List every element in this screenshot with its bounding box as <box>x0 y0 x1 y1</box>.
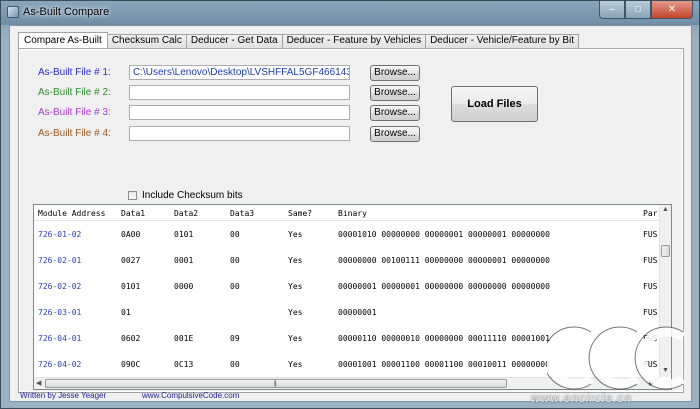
include-checksum-checkbox[interactable] <box>128 191 137 200</box>
file-4-label: As-Built File # 4: <box>38 128 111 139</box>
file-2-label: As-Built File # 2: <box>38 87 111 98</box>
file-1-label: As-Built File # 1: <box>38 67 111 78</box>
col-header-data1[interactable]: Data1 <box>121 209 145 218</box>
horizontal-scroll-thumb[interactable]: ||| <box>45 379 507 388</box>
watermark-url: www.encircle.cn <box>531 391 633 405</box>
col-header-module-address[interactable]: Module Address <box>38 209 105 218</box>
browse-file-3-button[interactable]: Browse... <box>370 105 420 121</box>
file-4-field[interactable] <box>129 126 350 141</box>
window-controls: – □ ✕ <box>599 1 693 19</box>
include-checksum-label: Include Checksum bits <box>142 190 243 201</box>
table-row[interactable]: 726-01-02 0A00 0101 00 Yes 00001010 0000… <box>34 221 671 247</box>
browse-file-1-button[interactable]: Browse... <box>370 65 420 81</box>
website-link[interactable]: www.CompulsiveCode.com <box>142 391 239 400</box>
cell-same: Yes <box>288 360 303 369</box>
cell-data2: 0101 <box>174 230 194 239</box>
cell-module-address: 726-04-02 <box>38 360 82 369</box>
close-button[interactable]: ✕ <box>651 1 693 19</box>
cell-data3: 09 <box>230 334 240 343</box>
cell-data3: 00 <box>230 256 240 265</box>
cell-module-address: 726-01-02 <box>38 230 82 239</box>
tab-deducer-feature-by-vehicles[interactable]: Deducer - Feature by Vehicles <box>281 34 427 48</box>
cell-data2: 0000 <box>174 282 194 291</box>
browse-file-4-button[interactable]: Browse... <box>370 126 420 142</box>
cell-data1: 01 <box>121 308 131 317</box>
cell-binary: 00000001 00000001 00000000 00000000 0000… <box>338 282 550 291</box>
cell-data1: 0A00 <box>121 230 141 239</box>
col-header-data3[interactable]: Data3 <box>230 209 254 218</box>
cell-module-address: 726-03-01 <box>38 308 82 317</box>
cell-module-address: 726-04-01 <box>38 334 82 343</box>
cell-same: Yes <box>288 256 303 265</box>
cell-same: Yes <box>288 308 303 317</box>
tab-strip: Compare As-Built Checksum Calc Deducer -… <box>18 32 580 48</box>
file-3-label: As-Built File # 3: <box>38 107 111 118</box>
maximize-button[interactable]: □ <box>625 1 651 19</box>
app-icon <box>7 6 19 18</box>
tab-deducer-vehicle-feature-by-bit[interactable]: Deducer - Vehicle/Feature by Bit <box>425 34 580 48</box>
table-row[interactable]: 726-02-02 0101 0000 00 Yes 00000001 0000… <box>34 273 671 299</box>
col-header-same[interactable]: Same? <box>288 209 312 218</box>
table-row[interactable]: 726-02-01 0027 0001 00 Yes 00000000 0010… <box>34 247 671 273</box>
cell-module-address: 726-02-02 <box>38 282 82 291</box>
cell-module-address: 726-02-01 <box>38 256 82 265</box>
file-1-field[interactable]: C:\Users\Lenovo\Desktop\LVSHFFAL5GF46614… <box>129 65 350 80</box>
cell-same: Yes <box>288 230 303 239</box>
browse-file-2-button[interactable]: Browse... <box>370 85 420 101</box>
cell-same: Yes <box>288 334 303 343</box>
scroll-up-icon[interactable]: ▲ <box>662 206 669 213</box>
author-credit: Written by Jesse Yeager <box>20 391 107 400</box>
cell-data2: 0001 <box>174 256 194 265</box>
include-checksum-option[interactable]: Include Checksum bits <box>128 190 243 201</box>
tab-deducer-get-data[interactable]: Deducer - Get Data <box>185 34 283 48</box>
cell-binary: 00001001 00001100 00001100 00010011 0000… <box>338 360 550 369</box>
grid-header: Module Address Data1 Data2 Data3 Same? B… <box>34 205 671 221</box>
window-title: As-Built Compare <box>23 6 110 18</box>
cell-data1: 0027 <box>121 256 141 265</box>
cell-data2: 0C13 <box>174 360 194 369</box>
tab-checksum-calc[interactable]: Checksum Calc <box>106 34 187 48</box>
col-header-data2[interactable]: Data2 <box>174 209 198 218</box>
cell-data1: 090C <box>121 360 141 369</box>
cell-data3: 00 <box>230 230 240 239</box>
cell-data1: 0602 <box>121 334 141 343</box>
watermark-logo <box>547 326 686 390</box>
cell-data1: 0101 <box>121 282 141 291</box>
cell-binary: 00001010 00000000 00000001 00000001 0000… <box>338 230 550 239</box>
scroll-left-icon[interactable]: ◀ <box>36 379 41 387</box>
load-files-button[interactable]: Load Files <box>451 86 538 122</box>
cell-binary: 00000000 00100111 00000000 00000001 0000… <box>338 256 550 265</box>
cell-data3: 00 <box>230 282 240 291</box>
vertical-scroll-thumb[interactable] <box>661 245 670 257</box>
col-header-binary[interactable]: Binary <box>338 209 367 218</box>
minimize-button[interactable]: – <box>599 1 625 19</box>
cell-data3: 00 <box>230 360 240 369</box>
app-window: As-Built Compare – □ ✕ Compare As-Built … <box>0 0 700 409</box>
file-2-field[interactable] <box>129 85 350 100</box>
grip-icon: ||| <box>274 381 277 387</box>
cell-same: Yes <box>288 282 303 291</box>
file-3-field[interactable] <box>129 105 350 120</box>
cell-data2: 001E <box>174 334 194 343</box>
cell-binary: 00000110 00000010 00000000 00011110 0000… <box>338 334 550 343</box>
tab-compare-as-built[interactable]: Compare As-Built <box>18 32 108 48</box>
title-bar[interactable]: As-Built Compare – □ ✕ <box>1 1 699 25</box>
cell-binary: 00000001 <box>338 308 377 317</box>
